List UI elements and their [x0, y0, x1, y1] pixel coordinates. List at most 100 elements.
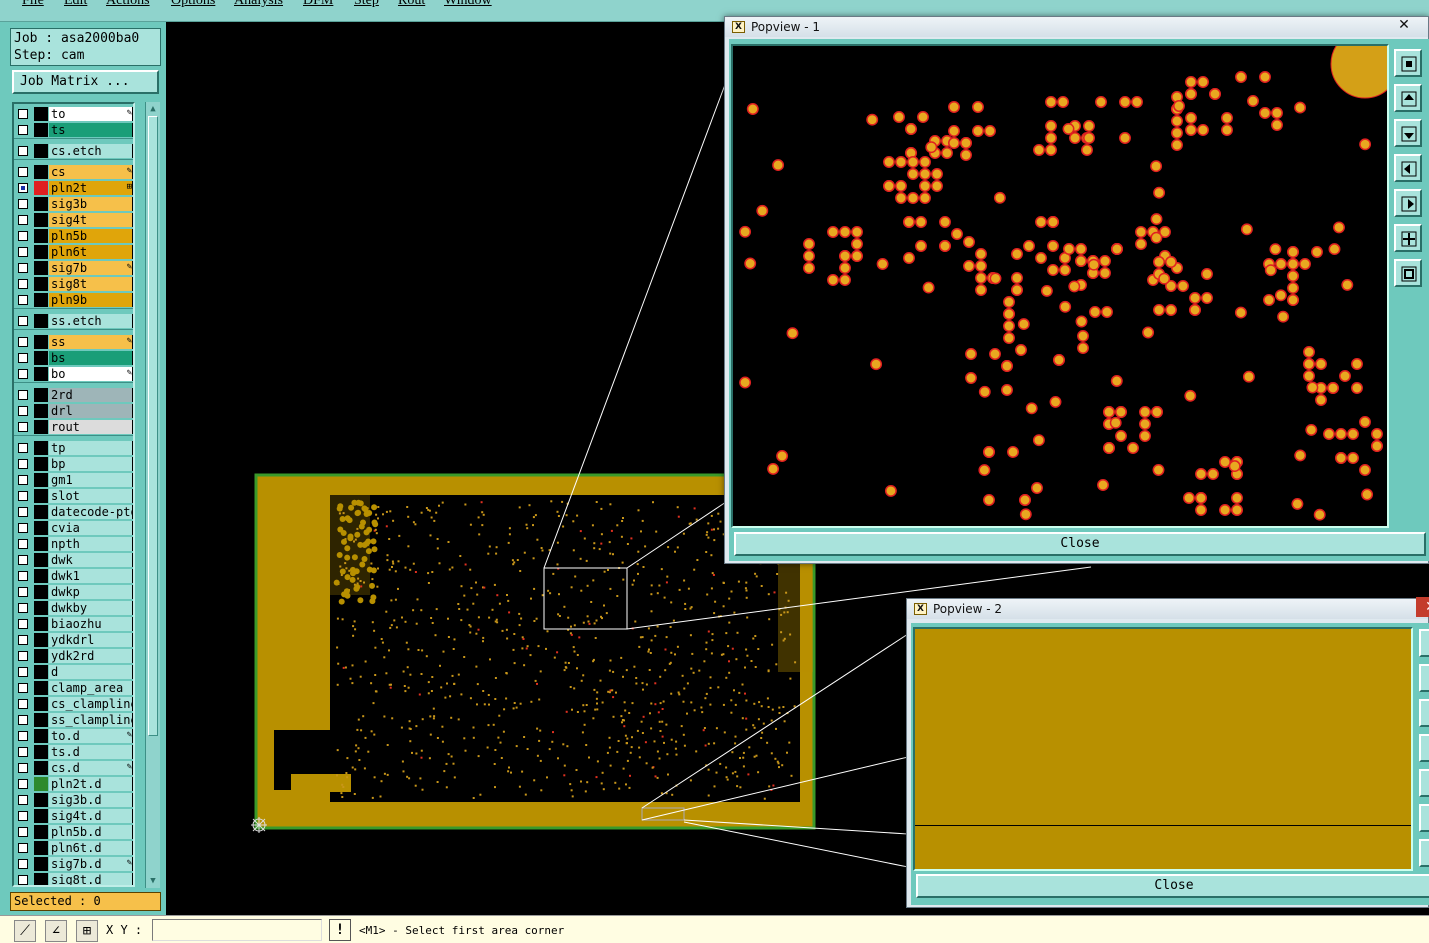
layer-color-swatch[interactable]: [34, 441, 48, 455]
layer-checkbox[interactable]: [18, 747, 28, 757]
layer-name[interactable]: sig7b.d: [49, 857, 133, 871]
layer-color-swatch[interactable]: [34, 745, 48, 759]
layer-checkbox[interactable]: [18, 231, 28, 241]
layer-checkbox[interactable]: [18, 635, 28, 645]
layer-name[interactable]: sig4t.d: [49, 809, 133, 823]
layer-checkbox[interactable]: [18, 683, 28, 693]
popview-2-close-button[interactable]: Close: [916, 874, 1429, 898]
layer-row[interactable]: ts: [14, 122, 133, 138]
layer-row[interactable]: bp: [14, 456, 133, 472]
popview-1-titlebar[interactable]: X Popview - 1 ✕: [725, 17, 1428, 37]
layer-checkbox[interactable]: [18, 779, 28, 789]
layer-name[interactable]: dwk1: [49, 569, 133, 583]
layer-name[interactable]: pln2t.d: [49, 777, 133, 791]
layer-color-swatch[interactable]: [34, 697, 48, 711]
layer-color-swatch[interactable]: [34, 351, 48, 365]
layer-checkbox[interactable]: [18, 475, 28, 485]
menu-window[interactable]: Window: [444, 0, 492, 9]
layer-color-swatch[interactable]: [34, 841, 48, 855]
layer-color-swatch[interactable]: [34, 601, 48, 615]
layer-color-swatch[interactable]: [34, 553, 48, 567]
layer-checkbox[interactable]: [18, 369, 28, 379]
layer-checkbox[interactable]: [18, 843, 28, 853]
window-close-icon[interactable]: ✕: [1416, 597, 1429, 617]
menu-actions[interactable]: Actions: [106, 0, 150, 9]
layer-name[interactable]: bo: [49, 367, 133, 381]
layer-name[interactable]: ss.etch: [49, 314, 133, 328]
scrollbar-thumb[interactable]: [148, 116, 158, 736]
layer-color-swatch[interactable]: [34, 521, 48, 535]
layer-checkbox[interactable]: [18, 715, 28, 725]
layer-checkbox[interactable]: [18, 875, 28, 885]
layer-row[interactable]: tp: [14, 440, 133, 456]
layer-checkbox[interactable]: [18, 603, 28, 613]
layer-row[interactable]: pln2t.d: [14, 776, 133, 792]
layer-checkbox[interactable]: [18, 763, 28, 773]
layer-color-swatch[interactable]: [34, 873, 48, 885]
layer-color-swatch[interactable]: [34, 473, 48, 487]
layer-row[interactable]: sig8t.d: [14, 872, 133, 885]
layer-name[interactable]: datecode-pto: [49, 505, 133, 519]
layer-row[interactable]: drl: [14, 403, 133, 419]
layer-name[interactable]: pln9b: [49, 293, 133, 307]
layer-color-swatch[interactable]: [34, 537, 48, 551]
layer-checkbox[interactable]: [18, 390, 28, 400]
layer-color-swatch[interactable]: [34, 197, 48, 211]
pan-up-button[interactable]: [1419, 664, 1429, 692]
layer-row[interactable]: ts.d: [14, 744, 133, 760]
layer-color-swatch[interactable]: [34, 277, 48, 291]
layer-name[interactable]: to: [49, 107, 133, 121]
layer-checkbox[interactable]: [18, 459, 28, 469]
menu-dfm[interactable]: DFM: [303, 0, 333, 9]
layer-row[interactable]: sig3b: [14, 196, 133, 212]
layer-name[interactable]: drl: [49, 404, 133, 418]
layer-row[interactable]: pln6t.d: [14, 840, 133, 856]
layer-row[interactable]: ss.etch: [14, 313, 133, 329]
layer-color-swatch[interactable]: [34, 245, 48, 259]
layer-color-swatch[interactable]: [34, 825, 48, 839]
layer-name[interactable]: tp: [49, 441, 133, 455]
layer-checkbox[interactable]: [18, 651, 28, 661]
layer-row[interactable]: slot: [14, 488, 133, 504]
layer-row[interactable]: bo ✎: [14, 366, 133, 382]
menu-file[interactable]: File: [22, 0, 44, 9]
layer-row[interactable]: cs ✎: [14, 164, 133, 180]
layer-row[interactable]: ss ✎: [14, 334, 133, 350]
layer-name[interactable]: gm1: [49, 473, 133, 487]
layer-row[interactable]: rout: [14, 419, 133, 435]
layer-color-swatch[interactable]: [34, 681, 48, 695]
layer-color-swatch[interactable]: [34, 809, 48, 823]
layer-row[interactable]: ydk2rd: [14, 648, 133, 664]
pan-right-button[interactable]: [1419, 769, 1429, 797]
alert-icon[interactable]: !: [329, 919, 351, 941]
layer-row[interactable]: cs_clampline: [14, 696, 133, 712]
layer-name[interactable]: sig8t: [49, 277, 133, 291]
layer-color-swatch[interactable]: [34, 585, 48, 599]
layer-name[interactable]: cs.d: [49, 761, 133, 775]
layer-row[interactable]: sig7b ✎: [14, 260, 133, 276]
layer-checkbox[interactable]: [18, 263, 28, 273]
layer-row[interactable]: sig3b.d: [14, 792, 133, 808]
layer-name[interactable]: ts: [49, 123, 133, 137]
layer-checkbox[interactable]: [18, 406, 28, 416]
layer-name[interactable]: ydk2rd: [49, 649, 133, 663]
pan-down-button[interactable]: [1394, 119, 1422, 147]
layer-checkbox[interactable]: [18, 199, 28, 209]
layer-name[interactable]: bp: [49, 457, 133, 471]
layer-checkbox[interactable]: [18, 667, 28, 677]
layer-name[interactable]: cs_clampline: [49, 697, 133, 711]
zoom-fit-button[interactable]: [1394, 49, 1422, 77]
layer-name[interactable]: ts.d: [49, 745, 133, 759]
layer-row[interactable]: 2rd: [14, 387, 133, 403]
layer-row[interactable]: pln6t: [14, 244, 133, 260]
layer-name[interactable]: npth: [49, 537, 133, 551]
layer-name[interactable]: pln5b: [49, 229, 133, 243]
layer-color-swatch[interactable]: [34, 165, 48, 179]
layer-checkbox[interactable]: [18, 443, 28, 453]
scroll-down-arrow-icon[interactable]: ▼: [147, 875, 159, 887]
popview-2-view[interactable]: [913, 627, 1413, 871]
zoom-out-button[interactable]: [1394, 259, 1422, 287]
layer-checkbox[interactable]: [18, 337, 28, 347]
layer-row[interactable]: sig4t: [14, 212, 133, 228]
layer-color-swatch[interactable]: [34, 293, 48, 307]
